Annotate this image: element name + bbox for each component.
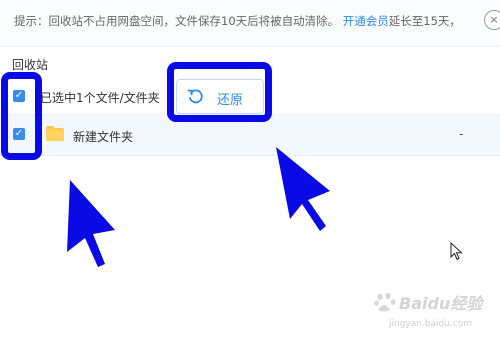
baidu-paw-logo-icon: [374, 292, 396, 312]
watermark-url: jingyan.baidu.com: [389, 319, 473, 329]
tip-suffix: 延长至15天，: [388, 14, 461, 28]
checkbox-highlight-box: [1, 72, 42, 160]
tip-message: 提示：回收站不占用网盘空间，文件保存10天后将被自动清除。 开通会员延长至15天…: [14, 13, 461, 29]
page-title: 回收站: [12, 58, 49, 72]
file-size: -: [459, 127, 464, 141]
tip-text: 提示：回收站不占用网盘空间，文件保存10天后将被自动清除。: [14, 14, 340, 28]
watermark-brand: Baidu经验: [399, 294, 483, 313]
selected-count-text: 已选中1个文件/文件夹: [40, 91, 160, 105]
tip-bar: 提示：回收站不占用网盘空间，文件保存10天后将被自动清除。 开通会员延长至15天…: [0, 0, 500, 47]
mouse-cursor-icon: [450, 242, 463, 261]
restore-highlight-box: [167, 62, 272, 122]
arrow-pointer-icon: [67, 180, 115, 267]
baidu-watermark: Baidu经验 jingyan.baidu.com: [373, 288, 493, 340]
close-tip-button[interactable]: ×: [484, 10, 500, 30]
arrow-pointer-icon: [276, 147, 330, 231]
open-membership-link[interactable]: 开通会员: [343, 14, 389, 28]
file-name[interactable]: 新建文件夹: [73, 128, 133, 145]
folder-icon: [46, 126, 64, 141]
